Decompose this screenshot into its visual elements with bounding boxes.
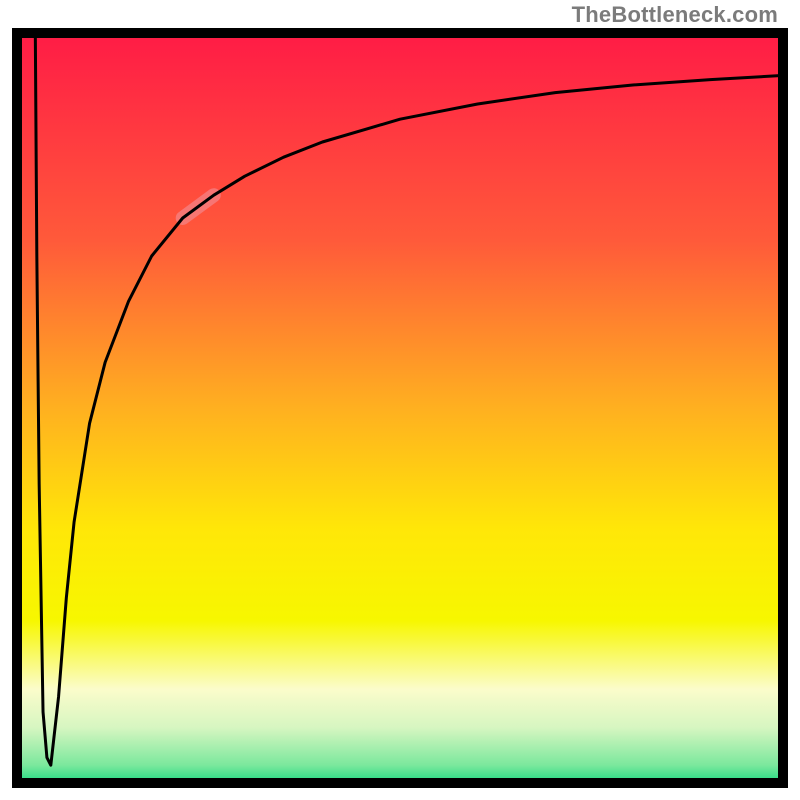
watermark-label: TheBottleneck.com	[572, 2, 778, 28]
background-gradient	[12, 28, 788, 788]
chart-frame: TheBottleneck.com	[0, 0, 800, 800]
plot-area	[12, 28, 788, 788]
